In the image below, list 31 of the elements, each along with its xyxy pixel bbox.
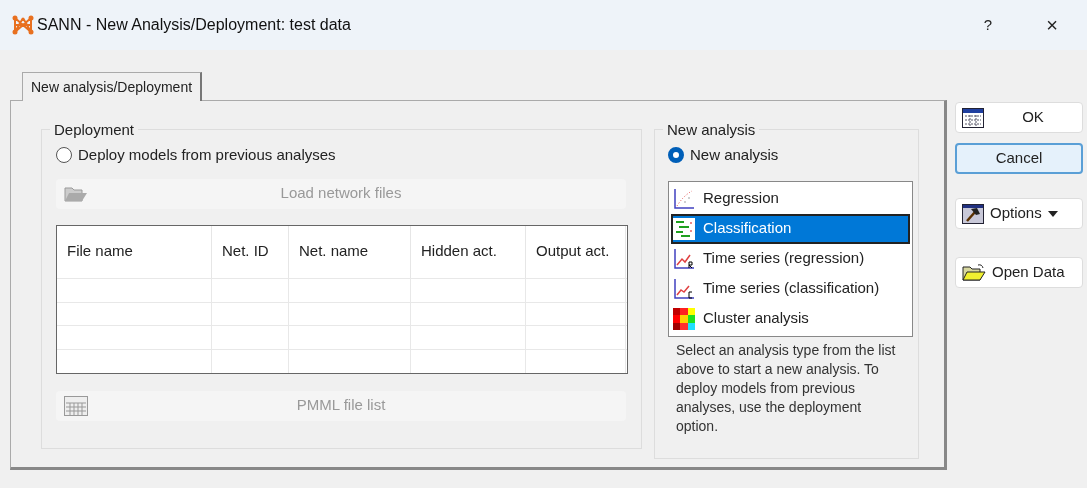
classification-icon [673, 217, 695, 240]
keyboard-icon [64, 395, 88, 416]
options-button[interactable]: Options [955, 198, 1083, 229]
column-header: Hidden act. [411, 225, 526, 278]
network-icon [12, 15, 34, 35]
heatmap-icon [673, 307, 695, 330]
folder-icon [962, 262, 986, 283]
radio-button[interactable] [668, 147, 684, 164]
line-chart-icon [673, 247, 695, 270]
scatter-plot-icon [673, 187, 695, 210]
column-header: File name [57, 225, 212, 278]
folder-icon [64, 184, 88, 203]
radio-button[interactable] [56, 147, 72, 164]
radio-label: Deploy models from previous analyses [78, 145, 336, 165]
open-data-button[interactable]: Open Data [955, 257, 1083, 288]
column-header: Output act. [526, 225, 626, 278]
grid-icon [962, 107, 984, 128]
line-chart-icon [673, 277, 695, 300]
tab[interactable]: New analysis/Deployment [22, 72, 203, 101]
caret-icon [1047, 210, 1058, 217]
radio-label: New analysis [690, 145, 779, 165]
ok-button[interactable]: OK [955, 102, 1083, 133]
column-header: Net. name [289, 225, 411, 278]
window-title: SANN - New Analysis/Deployment: test data [37, 15, 351, 35]
help-text: Select an analysis type from the list above to start a new analysis. To deploy models from previous analyses, use the deployment option. [675, 340, 897, 436]
cancel-button[interactable]: Cancel [955, 143, 1083, 174]
help-button[interactable]: ? [973, 13, 1003, 37]
hammer-icon [962, 203, 984, 224]
list-item[interactable]: Classification [671, 213, 910, 244]
close-button[interactable]: × [1037, 10, 1067, 40]
column-header: Net. ID [212, 225, 289, 278]
